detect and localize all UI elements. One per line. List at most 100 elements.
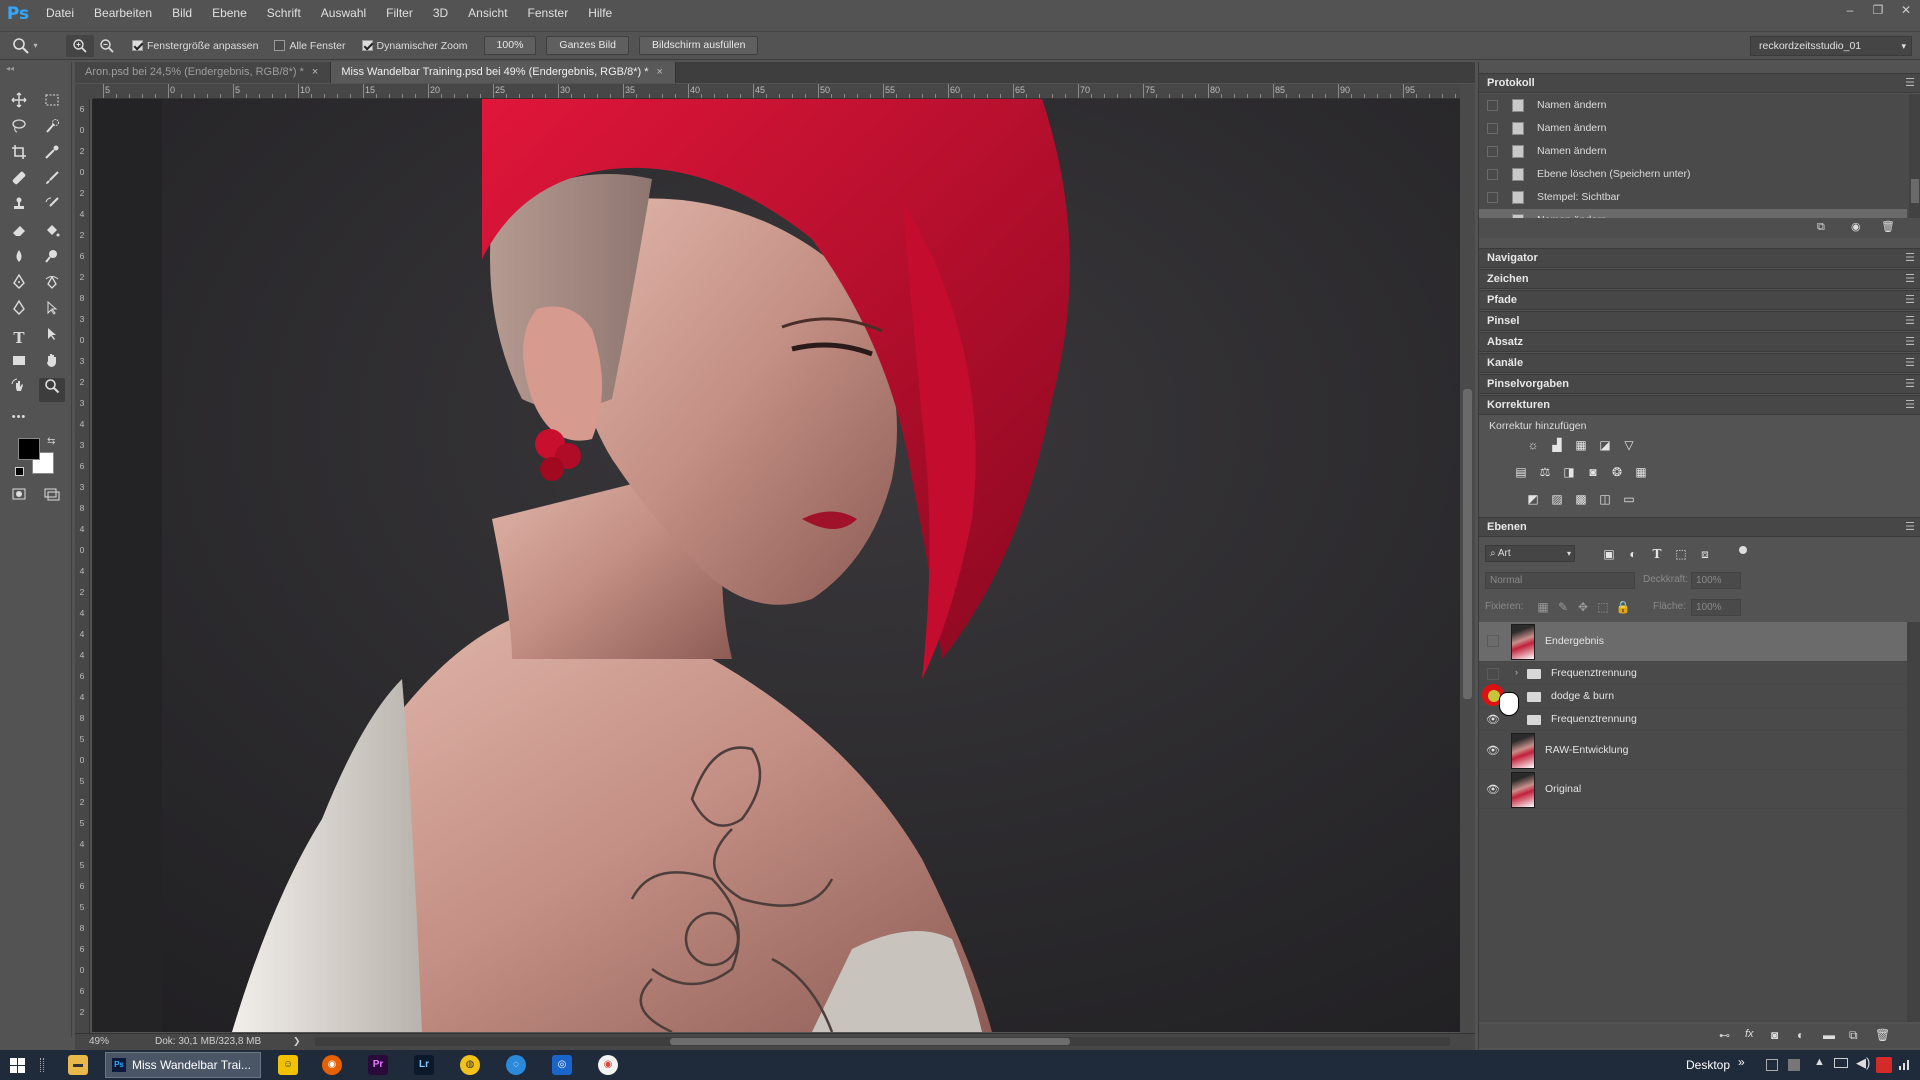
snapshot-source-box[interactable] bbox=[1487, 169, 1498, 180]
close-button[interactable]: ✕ bbox=[1892, 0, 1920, 20]
eye-icon[interactable]: 👁 bbox=[1485, 714, 1501, 726]
tab-miss-wandelbar[interactable]: Miss Wandelbar Training.psd bei 49% (End… bbox=[331, 62, 676, 83]
tab-aron[interactable]: Aron.psd bei 24,5% (Endergebnis, RGB/8*)… bbox=[75, 62, 332, 83]
selective-color-icon[interactable]: ◫ bbox=[1597, 492, 1613, 506]
path-selection-tool[interactable] bbox=[39, 300, 65, 324]
invert-icon[interactable]: ◩ bbox=[1525, 492, 1541, 506]
eraser-tool[interactable] bbox=[6, 222, 32, 246]
layer-row-endergebnis[interactable]: Endergebnis bbox=[1479, 622, 1907, 662]
fit-window-checkbox[interactable]: Fenstergröße anpassen bbox=[132, 40, 258, 52]
zoom-tool[interactable] bbox=[39, 378, 65, 402]
blend-mode-select[interactable]: Normal bbox=[1485, 572, 1635, 589]
menu-hilfe[interactable]: Hilfe bbox=[578, 0, 622, 27]
document-canvas[interactable] bbox=[92, 99, 1460, 1032]
close-icon[interactable]: × bbox=[656, 66, 662, 78]
panel-menu-icon[interactable]: ☰ bbox=[1905, 74, 1915, 93]
dynamic-zoom-checkbox[interactable]: Dynamischer Zoom bbox=[361, 40, 468, 52]
crop-tool[interactable] bbox=[6, 144, 32, 168]
levels-icon[interactable]: ▟ bbox=[1549, 438, 1565, 452]
app-icon[interactable]: ◌ bbox=[506, 1055, 526, 1075]
layer-filter-select[interactable]: ⌕ Art ▾ bbox=[1485, 545, 1575, 562]
tray-icon[interactable] bbox=[1766, 1059, 1778, 1071]
zoom-tool-preset[interactable]: ▾ bbox=[0, 37, 50, 55]
black-white-icon[interactable]: ◨ bbox=[1561, 465, 1577, 479]
panel-menu-icon[interactable]: ☰ bbox=[1905, 333, 1915, 352]
volume-icon[interactable]: ◀) bbox=[1856, 1055, 1870, 1071]
keyboard-icon[interactable] bbox=[1834, 1058, 1848, 1068]
toolbar-chevron-icon[interactable]: » bbox=[1738, 1055, 1745, 1069]
collapse-icon[interactable]: ◂◂ bbox=[6, 64, 14, 73]
panel-menu-icon[interactable]: ☰ bbox=[1905, 375, 1915, 394]
swap-colors-icon[interactable]: ⇆ bbox=[47, 436, 55, 447]
direct-selection-tool[interactable] bbox=[39, 326, 65, 350]
fill-screen-button[interactable]: Bildschirm ausfüllen bbox=[639, 36, 759, 55]
brightness-icon[interactable]: ☼ bbox=[1525, 438, 1541, 452]
zoom-100-button[interactable]: 100% bbox=[483, 36, 537, 55]
character-panel-header[interactable]: Zeichen ☰ bbox=[1479, 269, 1920, 289]
menu-bearbeiten[interactable]: Bearbeiten bbox=[84, 0, 162, 27]
add-mask-icon[interactable]: ◙ bbox=[1771, 1028, 1778, 1042]
windows-start-icon[interactable] bbox=[10, 1058, 25, 1073]
exposure-icon[interactable]: ◪ bbox=[1597, 438, 1613, 452]
new-group-icon[interactable]: ▬ bbox=[1823, 1028, 1835, 1042]
fill-input[interactable]: 100% bbox=[1691, 599, 1741, 616]
vibrance-icon[interactable]: ▽ bbox=[1621, 438, 1637, 452]
panel-menu-icon[interactable]: ☰ bbox=[1905, 291, 1915, 310]
blur-tool[interactable] bbox=[6, 248, 32, 272]
panel-menu-icon[interactable]: ☰ bbox=[1905, 249, 1915, 268]
screen-mode-button[interactable] bbox=[39, 486, 65, 510]
channel-mixer-icon[interactable]: ❂ bbox=[1609, 465, 1625, 479]
visibility-toggle-off[interactable] bbox=[1487, 668, 1499, 680]
menu-ansicht[interactable]: Ansicht bbox=[458, 0, 517, 27]
marquee-tool[interactable] bbox=[39, 92, 65, 116]
fit-screen-button[interactable]: Ganzes Bild bbox=[546, 36, 630, 55]
dodge-tool[interactable] bbox=[39, 248, 65, 272]
trash-icon[interactable]: 🗑 bbox=[1875, 1028, 1890, 1042]
filter-type-icon[interactable]: T bbox=[1649, 547, 1665, 561]
desktop-toolbar-label[interactable]: Desktop bbox=[1686, 1058, 1730, 1072]
camera-icon[interactable]: ◉ bbox=[1851, 220, 1861, 233]
threshold-icon[interactable]: ▩ bbox=[1573, 492, 1589, 506]
history-item[interactable]: Ebene löschen (Speichern unter) bbox=[1479, 163, 1907, 186]
history-item[interactable]: Namen ändern bbox=[1479, 117, 1907, 140]
filter-smart-object-icon[interactable]: ⧈ bbox=[1697, 547, 1713, 561]
scrollbar-thumb[interactable] bbox=[670, 1038, 1070, 1045]
lasso-tool[interactable] bbox=[6, 118, 32, 142]
panel-menu-icon[interactable]: ☰ bbox=[1905, 354, 1915, 373]
panel-menu-icon[interactable]: ☰ bbox=[1905, 396, 1915, 415]
filter-pixel-icon[interactable]: ▣ bbox=[1601, 547, 1617, 561]
paint-bucket-tool[interactable] bbox=[39, 222, 65, 246]
filter-adjustment-icon[interactable]: ◐ bbox=[1625, 547, 1641, 561]
new-document-from-state-icon[interactable]: ⧉ bbox=[1817, 221, 1825, 234]
horizontal-scrollbar[interactable] bbox=[315, 1037, 1450, 1046]
clone-stamp-tool[interactable] bbox=[6, 196, 32, 220]
menu-3d[interactable]: 3D bbox=[423, 0, 458, 27]
app-icon[interactable]: ☺ bbox=[278, 1055, 298, 1075]
new-layer-icon[interactable]: ⧉ bbox=[1849, 1028, 1858, 1043]
app-icon[interactable]: ◎ bbox=[552, 1055, 572, 1075]
restore-button[interactable]: ❐ bbox=[1864, 0, 1892, 20]
file-explorer-icon[interactable]: ▬ bbox=[68, 1055, 88, 1075]
all-windows-checkbox[interactable]: Alle Fenster bbox=[274, 40, 346, 52]
premiere-icon[interactable]: Pr bbox=[368, 1055, 388, 1075]
quick-mask-button[interactable] bbox=[6, 486, 32, 510]
color-balance-icon[interactable]: ⚖ bbox=[1537, 465, 1553, 479]
zoom-out-button[interactable] bbox=[94, 35, 120, 57]
vertical-scrollbar[interactable] bbox=[1460, 84, 1475, 1033]
photo-filter-icon[interactable]: ◙ bbox=[1585, 465, 1601, 479]
scrollbar-thumb[interactable] bbox=[1911, 179, 1919, 203]
snapshot-source-box[interactable] bbox=[1487, 123, 1498, 134]
eyedropper-tool[interactable] bbox=[39, 144, 65, 168]
history-panel-header[interactable]: Protokoll ☰ bbox=[1479, 73, 1920, 93]
move-tool[interactable] bbox=[6, 92, 32, 116]
link-layers-icon[interactable]: ⊷ bbox=[1719, 1029, 1730, 1042]
minimize-button[interactable]: – bbox=[1836, 0, 1864, 20]
paragraph-panel-header[interactable]: Absatz ☰ bbox=[1479, 332, 1920, 352]
foreground-color-swatch[interactable] bbox=[18, 438, 40, 460]
default-colors-icon[interactable] bbox=[15, 467, 24, 476]
menu-ebene[interactable]: Ebene bbox=[202, 0, 257, 27]
pen-tool[interactable] bbox=[6, 273, 32, 298]
layers-panel-header[interactable]: Ebenen ☰ bbox=[1479, 517, 1920, 537]
layer-style-icon[interactable]: fx bbox=[1745, 1028, 1754, 1040]
workspace-select[interactable]: reckordzeitsstudio_01 ▾ bbox=[1750, 36, 1912, 56]
